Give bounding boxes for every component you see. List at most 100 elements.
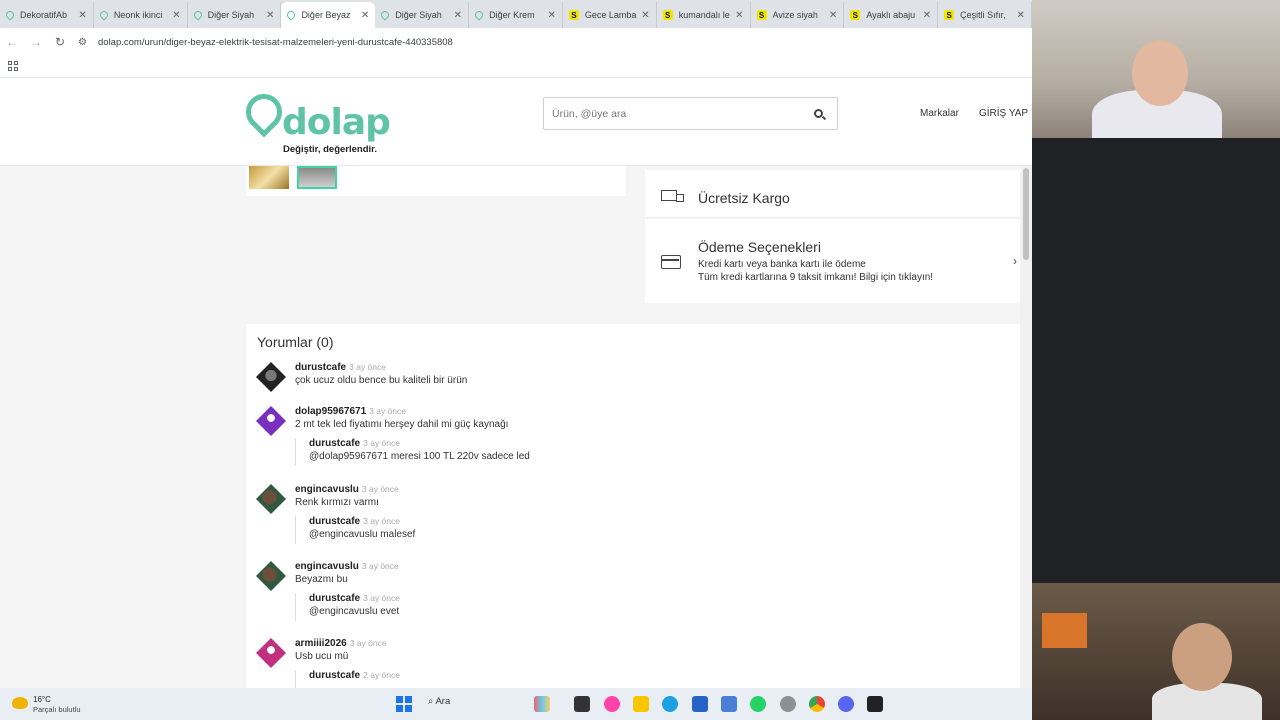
webcam-overlay-bottom <box>1032 583 1280 720</box>
avatar[interactable] <box>256 484 286 514</box>
address-bar[interactable]: dolap.com/urun/diger-beyaz-elektrik-tesi… <box>98 37 453 48</box>
comment-text: Usb ucu mü <box>295 651 349 662</box>
tab-title: Avize siyah <box>772 10 818 20</box>
site-header: dolap Değiştir, değerlendir. Markalar Gİ… <box>0 80 1032 166</box>
avatar[interactable] <box>256 638 286 668</box>
payment-options-card[interactable]: Ödeme Seçenekleri Kredi kartı veya banka… <box>645 219 1025 303</box>
tab-title: Diğer Siyah <box>207 10 255 20</box>
avatar[interactable] <box>256 362 286 392</box>
s-icon: S <box>568 10 579 20</box>
close-tab-icon[interactable]: ✕ <box>735 10 743 21</box>
comment-user[interactable]: dolap95967671 3 ay önce <box>295 406 406 417</box>
product-thumbnail-selected[interactable] <box>297 166 337 189</box>
weather-desc[interactable]: Parçalı bulutlu <box>33 705 81 714</box>
tab-title: Diğer Beyaz <box>301 10 351 20</box>
search-icon[interactable] <box>814 109 823 118</box>
close-tab-icon[interactable]: ✕ <box>172 10 180 21</box>
close-tab-icon[interactable]: ✕ <box>547 10 555 21</box>
comment-time: 3 ay önce <box>349 638 387 648</box>
back-arrow-icon[interactable]: ← <box>0 35 24 49</box>
close-tab-icon[interactable]: ✕ <box>641 10 649 21</box>
browser-window: DekoratifAb ✕ Neonk ikinci ✕ Diğer Siyah ✕ … <box>0 0 1032 688</box>
browser-toolbar: ← → ↻ ⚙ dolap.com/urun/diger-beyaz-elekt… <box>0 28 1032 56</box>
close-tab-icon[interactable]: ✕ <box>266 10 274 21</box>
logo-text: dolap <box>282 102 391 143</box>
tab-7[interactable]: Skumandalı le ✕ <box>657 2 751 28</box>
copilot-icon[interactable] <box>604 696 620 712</box>
tab-title: Çeşitli Sıfır, <box>960 10 1006 20</box>
avatar[interactable] <box>256 406 286 436</box>
reply-user[interactable]: durustcafe 3 ay önce <box>309 438 400 449</box>
reply-time: 3 ay önce <box>363 438 400 448</box>
close-tab-icon[interactable]: ✕ <box>454 10 462 21</box>
payment-line-1: Kredi kartı veya banka kartı ile ödeme <box>698 259 866 270</box>
reload-icon[interactable]: ↻ <box>48 35 72 49</box>
scroll-thumb[interactable] <box>1023 168 1029 260</box>
app-icon[interactable] <box>721 696 737 712</box>
reply-user[interactable]: durustcafe 3 ay önce <box>309 516 400 527</box>
whatsapp-icon[interactable] <box>750 696 766 712</box>
dolap-icon <box>473 9 485 21</box>
discord-icon[interactable] <box>838 696 854 712</box>
close-tab-icon[interactable]: ✕ <box>78 10 86 21</box>
tab-9[interactable]: S Ayaklı abaju ✕ <box>844 2 939 28</box>
settings-icon[interactable] <box>780 696 796 712</box>
comment-user[interactable]: durustcafe 3 ay önce <box>295 362 386 373</box>
dolap-logo[interactable]: dolap Değiştir, değerlendir. <box>238 86 391 156</box>
tab-1[interactable]: Neonk ikinci ✕ <box>94 2 188 28</box>
tab-6[interactable]: S Gece Lamba ✕ <box>563 2 657 28</box>
tab-title: Diğer Siyah <box>395 10 442 20</box>
comment-user[interactable]: engincavuslu 3 ay önce <box>295 484 399 495</box>
tab-3[interactable]: Diğer Beyaz ✕ <box>281 2 376 28</box>
tab-8[interactable]: S Avize siyah ✕ <box>751 2 845 28</box>
chrome-icon[interactable] <box>809 696 825 712</box>
weather-temp[interactable]: 16°C <box>33 695 51 704</box>
apps-grid-icon[interactable] <box>8 61 18 71</box>
search-input[interactable] <box>552 104 802 124</box>
comment-time: 3 ay önce <box>349 362 386 372</box>
taskbar: 16°C Parçalı bulutlu ⌕ Ara <box>0 688 1032 720</box>
close-tab-icon[interactable]: ✕ <box>361 10 369 21</box>
widgets-icon[interactable] <box>534 696 550 712</box>
tab-2[interactable]: Diğer Siyah ✕ <box>188 2 282 28</box>
tab-5[interactable]: Diğer Krem ✕ <box>469 2 563 28</box>
product-thumbnails <box>246 166 626 196</box>
task-view-icon[interactable] <box>574 696 590 712</box>
comment-time: 3 ay önce <box>361 561 399 571</box>
product-thumbnail[interactable] <box>249 166 289 189</box>
bookmarks-bar <box>0 56 1032 78</box>
comment-time: 3 ay önce <box>361 484 399 494</box>
dolap-icon <box>191 9 204 21</box>
avatar[interactable] <box>256 561 286 591</box>
comment-text: 2 mt tek led fiyatımı herşey dahil mi gü… <box>295 419 509 430</box>
weather-icon[interactable] <box>12 697 28 709</box>
logo-tagline: Değiştir, değerlendir. <box>283 144 377 155</box>
site-settings-icon[interactable]: ⚙ <box>78 37 92 48</box>
obs-icon[interactable] <box>867 696 883 712</box>
comment-user[interactable]: armiiii2026 3 ay önce <box>295 638 387 649</box>
payment-title: Ödeme Seçenekleri <box>698 239 821 255</box>
brands-link[interactable]: Markalar <box>920 108 959 119</box>
taskbar-search[interactable]: ⌕ Ara <box>428 696 450 707</box>
s-icon: S <box>850 10 861 20</box>
windows-start-icon[interactable] <box>396 696 412 712</box>
login-link[interactable]: GİRİŞ YAP <box>979 108 1028 119</box>
reply-user[interactable]: durustcafe 2 ay önce <box>309 670 400 681</box>
comment-user[interactable]: engincavuslu 3 ay önce <box>295 561 399 572</box>
comment-text: Renk kırmızı varmı <box>295 497 379 508</box>
file-explorer-icon[interactable] <box>633 696 649 712</box>
edge-icon[interactable] <box>662 696 678 712</box>
comment-reply: durustcafe 3 ay önce @dolap95967671 meres… <box>295 438 695 466</box>
close-tab-icon[interactable]: ✕ <box>1017 10 1025 21</box>
tab-0[interactable]: DekoratifAb ✕ <box>0 2 94 28</box>
forward-arrow-icon[interactable]: → <box>24 35 48 49</box>
comment-reply: durustcafe 2 ay önce <box>295 670 695 688</box>
store-icon[interactable] <box>692 696 708 712</box>
tab-10[interactable]: S Çeşitli Sıfır, ✕ <box>938 2 1032 28</box>
reply-user[interactable]: durustcafe 3 ay önce <box>309 593 400 604</box>
close-tab-icon[interactable]: ✕ <box>829 10 837 21</box>
page-scrollbar[interactable] <box>1020 166 1032 688</box>
s-icon: S <box>756 10 767 20</box>
tab-4[interactable]: Diğer Siyah ✕ <box>375 2 470 28</box>
close-tab-icon[interactable]: ✕ <box>923 10 931 21</box>
